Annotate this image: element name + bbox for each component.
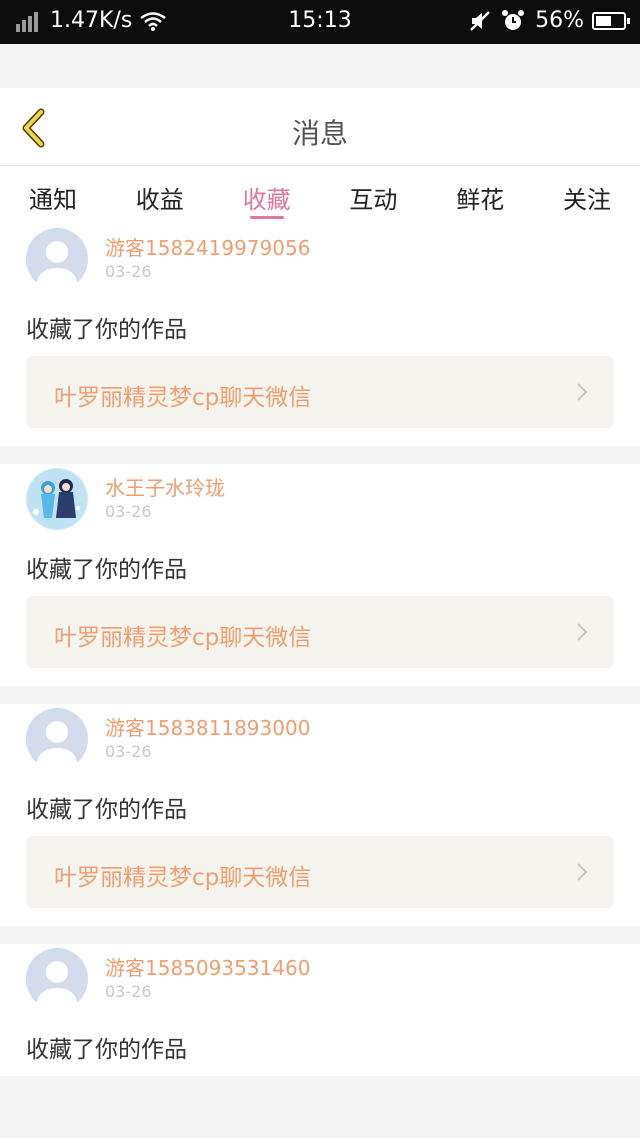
action-text: 收藏了你的作品 [26, 797, 187, 823]
tab-label: 收藏 [242, 186, 291, 214]
user-name[interactable]: 游客1585093531460 [105, 952, 310, 981]
work-link[interactable]: 叶罗丽精灵梦cp聊天微信 [26, 836, 614, 908]
list-item: 游客1585093531460 03-26 收藏了你的作品 [0, 944, 640, 1076]
tab-interactions[interactable]: 互动 [330, 166, 416, 224]
action-text: 收藏了你的作品 [26, 1037, 187, 1063]
item-header: 游客1583811893000 03-26 [26, 704, 614, 776]
tab-label: 收益 [135, 186, 184, 214]
status-bar: 1.47K/s 15:13 56% [0, 0, 640, 44]
tab-label: 通知 [29, 186, 77, 214]
tab-label: 关注 [562, 186, 611, 214]
tab-label: 互动 [349, 186, 398, 214]
card-padding [26, 428, 614, 446]
item-header: 游客1582419979056 03-26 [26, 224, 614, 296]
work-title: 叶罗丽精灵梦cp聊天微信 [54, 865, 312, 891]
list-item: 游客1583811893000 03-26 收藏了你的作品 叶罗丽精灵梦cp聊天… [0, 704, 640, 926]
page-title: 消息 [291, 117, 348, 150]
spacer [0, 44, 640, 88]
battery-level [596, 15, 611, 26]
tab-notifications[interactable]: 通知 [10, 166, 96, 224]
tab-favorites[interactable]: 收藏 [224, 166, 310, 224]
item-date: 03-26 [105, 742, 152, 761]
tab-following[interactable]: 关注 [544, 166, 630, 224]
tab-earnings[interactable]: 收益 [117, 166, 203, 224]
battery-percent: 56% [535, 8, 584, 33]
tab-active-indicator [249, 216, 284, 219]
user-name[interactable]: 游客1582419979056 [105, 232, 310, 261]
work-link[interactable]: 叶罗丽精灵梦cp聊天微信 [26, 596, 614, 668]
list-item: 游客1582419979056 03-26 收藏了你的作品 叶罗丽精灵梦cp聊天… [0, 224, 640, 446]
work-title: 叶罗丽精灵梦cp聊天微信 [54, 625, 312, 651]
avatar[interactable] [26, 228, 88, 290]
action-text: 收藏了你的作品 [26, 317, 187, 343]
item-header: 水王子水玲珑 03-26 [26, 464, 614, 536]
anime-avatar-icon [26, 468, 88, 530]
tab-flowers[interactable]: 鲜花 [437, 166, 523, 224]
avatar[interactable] [26, 948, 88, 1010]
user-name[interactable]: 游客1583811893000 [105, 712, 310, 741]
item-date: 03-26 [105, 262, 152, 281]
message-list: 游客1582419979056 03-26 收藏了你的作品 叶罗丽精灵梦cp聊天… [0, 224, 640, 1076]
mute-icon [470, 10, 490, 31]
user-name[interactable]: 水王子水玲珑 [105, 472, 225, 501]
avatar[interactable] [26, 468, 88, 530]
nav-bar: 消息 [0, 88, 640, 166]
default-avatar-icon [26, 708, 88, 770]
chevron-right-icon [577, 383, 588, 401]
battery-icon [592, 11, 630, 30]
item-date: 03-26 [105, 502, 152, 521]
card-padding [26, 668, 614, 686]
alarm-icon [502, 9, 525, 30]
work-link[interactable]: 叶罗丽精灵梦cp聊天微信 [26, 356, 614, 428]
tab-label: 鲜花 [456, 186, 505, 214]
tab-bar: 通知 收益 收藏 互动 鲜花 关注 [0, 166, 640, 224]
card-padding [26, 908, 614, 926]
status-right: 56% [469, 8, 630, 33]
item-date: 03-26 [105, 982, 152, 1001]
chevron-right-icon [577, 623, 588, 641]
chevron-right-icon [577, 863, 588, 881]
action-text: 收藏了你的作品 [26, 557, 187, 583]
item-header: 游客1585093531460 03-26 [26, 944, 614, 1016]
avatar[interactable] [26, 708, 88, 770]
default-avatar-icon [26, 948, 88, 1010]
list-item: 水王子水玲珑 03-26 收藏了你的作品 叶罗丽精灵梦cp聊天微信 [0, 464, 640, 686]
work-title: 叶罗丽精灵梦cp聊天微信 [54, 385, 312, 411]
default-avatar-icon [26, 228, 88, 290]
